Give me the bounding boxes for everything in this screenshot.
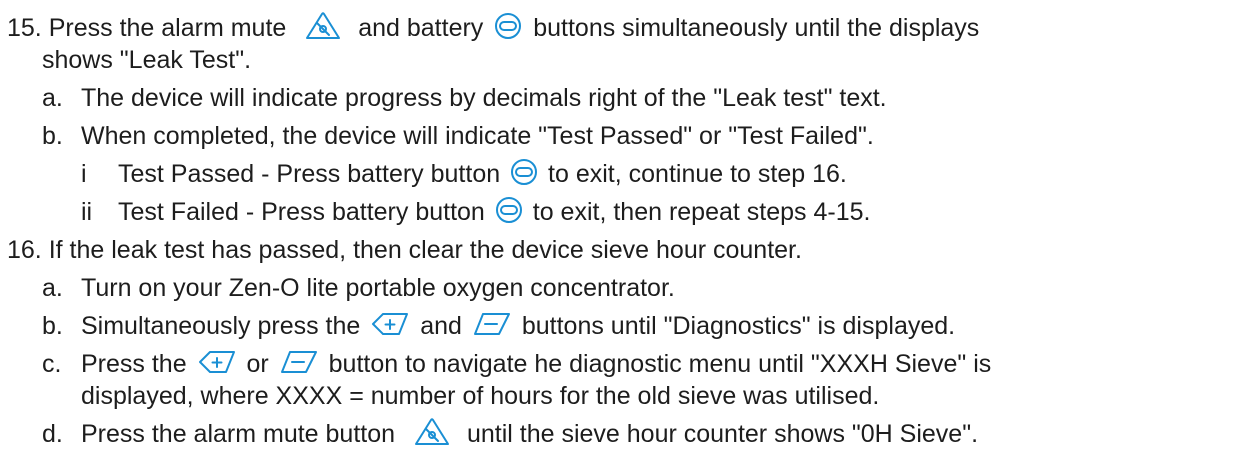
step-15b-line: b. When completed, the device will indic…: [42, 119, 874, 153]
step-15a-label: a.: [42, 84, 63, 112]
battery-icon: [494, 12, 522, 40]
step-16b-text-2: and: [420, 312, 462, 340]
step-16c-text-3: button to navigate he diagnostic menu un…: [328, 350, 992, 378]
step-16c-line: c. Press the or button to navigate he di…: [42, 347, 991, 381]
step-15b-text: When completed, the device will indicate…: [81, 122, 874, 150]
step-16a-label: a.: [42, 274, 63, 302]
battery-icon: [495, 196, 523, 224]
step-15ii-text-1: Test Failed - Press battery button: [118, 198, 485, 226]
step-15a-line: a. The device will indicate progress by …: [42, 81, 887, 115]
step-16d-text-1: Press the alarm mute button: [81, 420, 396, 448]
step-16-text: If the leak test has passed, then clear …: [48, 236, 802, 264]
step-15i-line: i Test Passed - Press battery button to …: [81, 157, 847, 191]
step-15-line: 15. Press the alarm mute and battery but…: [7, 11, 979, 45]
step-16c-line-cont: displayed, where XXXX = number of hours …: [81, 379, 879, 413]
step-16a-text: Turn on your Zen-O lite portable oxygen …: [81, 274, 675, 302]
step-16b-text-1: Simultaneously press the: [81, 312, 361, 340]
step-16c-text-1: Press the: [81, 350, 187, 378]
step-16d-line: d. Press the alarm mute button until the…: [42, 417, 978, 451]
minus-icon: [472, 311, 512, 337]
step-15-text-1: Press the alarm mute: [48, 14, 287, 42]
step-15-text-2: and battery: [358, 14, 484, 42]
step-16a-line: a. Turn on your Zen-O lite portable oxyg…: [42, 271, 675, 305]
step-15a-text: The device will indicate progress by dec…: [81, 84, 887, 112]
step-15i-text-1: Test Passed - Press battery button: [118, 160, 501, 188]
step-16b-label: b.: [42, 312, 63, 340]
step-16c-text-4: displayed, where XXXX = number of hours …: [81, 382, 880, 410]
step-15ii-text-2: to exit, then repeat steps 4-15.: [532, 198, 871, 226]
step-16-number: 16.: [7, 236, 42, 264]
plus-icon: [197, 349, 237, 375]
step-15i-text-2: to exit, continue to step 16.: [548, 160, 847, 188]
step-15b-label: b.: [42, 122, 63, 150]
step-16-line: 16. If the leak test has passed, then cl…: [7, 233, 802, 267]
alarm-mute-icon: [303, 11, 343, 41]
step-15ii-line: ii Test Failed - Press battery button to…: [81, 195, 870, 229]
step-16b-text-3: buttons until "Diagnostics" is displayed…: [521, 312, 956, 340]
step-16d-text-2: until the sieve hour counter shows "0H S…: [466, 420, 979, 448]
step-15-text-3: buttons simultaneously until the display…: [533, 14, 980, 42]
minus-icon: [279, 349, 319, 375]
step-16c-label: c.: [42, 350, 62, 378]
step-15-number: 15.: [7, 14, 42, 42]
step-16d-label: d.: [42, 420, 63, 448]
step-15-line-cont: shows "Leak Test".: [42, 43, 251, 77]
step-15i-label: i: [81, 160, 87, 188]
battery-icon: [510, 158, 538, 186]
step-15ii-label: ii: [81, 198, 93, 226]
alarm-mute-icon: [412, 417, 452, 447]
plus-icon: [370, 311, 410, 337]
step-15-text-4: shows "Leak Test".: [42, 46, 252, 74]
instructions-document: 15. Press the alarm mute and battery but…: [0, 0, 1251, 476]
step-16c-text-2: or: [246, 350, 269, 378]
step-16b-line: b. Simultaneously press the and buttons …: [42, 309, 955, 343]
